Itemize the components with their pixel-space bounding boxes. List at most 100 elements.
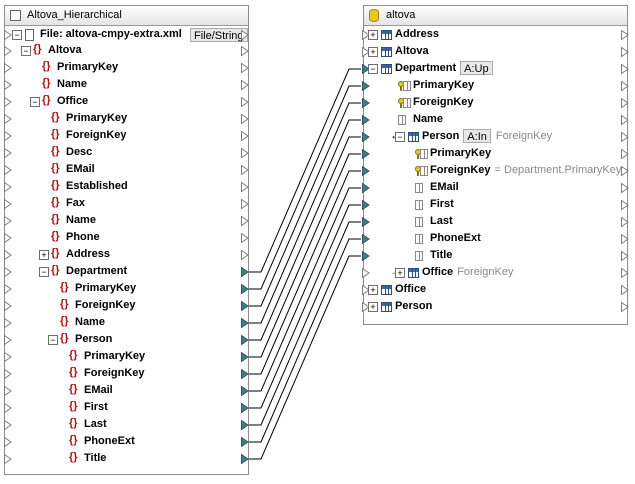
mapping-line[interactable] <box>249 102 361 307</box>
source-output-connector[interactable] <box>241 216 249 226</box>
source-output-connector[interactable] <box>241 148 249 158</box>
source-output-connector[interactable] <box>241 131 249 141</box>
source-input-connector[interactable] <box>4 267 12 277</box>
source-input-connector[interactable] <box>4 318 12 328</box>
tree-toggle[interactable]: − <box>395 132 405 142</box>
mapping-line[interactable] <box>249 119 361 324</box>
source-output-connector[interactable] <box>241 250 249 260</box>
source-output-connector[interactable] <box>241 454 249 464</box>
source-input-connector[interactable] <box>4 454 12 464</box>
target-output-connector[interactable] <box>621 302 629 312</box>
target-input-connector[interactable] <box>362 217 370 227</box>
source-input-connector[interactable] <box>4 46 12 56</box>
source-output-connector[interactable] <box>241 80 249 90</box>
mapping-line[interactable] <box>249 153 361 358</box>
target-output-connector[interactable] <box>621 268 629 278</box>
tree-toggle[interactable]: + <box>39 250 49 260</box>
file-collapse-toggle[interactable]: − <box>12 30 22 40</box>
source-input-connector[interactable] <box>4 284 12 294</box>
source-input-connector[interactable] <box>4 165 12 175</box>
target-input-connector[interactable] <box>362 200 370 210</box>
target-output-connector[interactable] <box>621 98 629 108</box>
tree-toggle[interactable]: − <box>368 64 378 74</box>
source-output-connector[interactable] <box>241 437 249 447</box>
source-output-connector[interactable] <box>241 114 249 124</box>
target-input-connector[interactable] <box>362 268 370 278</box>
source-output-connector[interactable] <box>241 335 249 345</box>
mapping-line[interactable] <box>249 85 361 290</box>
mapping-line[interactable] <box>249 238 361 443</box>
target-output-connector[interactable] <box>621 132 629 142</box>
tree-toggle[interactable]: + <box>368 30 378 40</box>
source-output-connector[interactable] <box>241 352 249 362</box>
source-input-connector[interactable] <box>4 233 12 243</box>
target-output-connector[interactable] <box>621 64 629 74</box>
source-output-connector[interactable] <box>241 420 249 430</box>
source-output-connector[interactable] <box>241 318 249 328</box>
source-input-connector[interactable] <box>4 403 12 413</box>
target-input-connector[interactable] <box>362 234 370 244</box>
mapping-line[interactable] <box>249 170 361 375</box>
source-input-connector[interactable] <box>4 420 12 430</box>
source-output-connector[interactable] <box>241 97 249 107</box>
tree-toggle[interactable]: − <box>21 46 31 56</box>
target-input-connector[interactable] <box>362 81 370 91</box>
relation-chip[interactable]: A:Up <box>460 61 493 75</box>
source-output-connector[interactable] <box>241 403 249 413</box>
source-output-connector[interactable] <box>241 267 249 277</box>
mapping-line[interactable] <box>249 255 361 460</box>
source-input-connector[interactable] <box>4 335 12 345</box>
source-input-connector[interactable] <box>4 97 12 107</box>
source-input-connector[interactable] <box>4 80 12 90</box>
target-input-connector[interactable] <box>362 183 370 193</box>
target-output-connector[interactable] <box>621 149 629 159</box>
file-input-connector[interactable] <box>4 30 12 40</box>
target-input-connector[interactable] <box>362 115 370 125</box>
target-output-connector[interactable] <box>621 200 629 210</box>
target-output-connector[interactable] <box>621 234 629 244</box>
source-input-connector[interactable] <box>4 352 12 362</box>
target-output-connector[interactable] <box>621 183 629 193</box>
source-output-connector[interactable] <box>241 165 249 175</box>
source-input-connector[interactable] <box>4 114 12 124</box>
target-output-connector[interactable] <box>621 115 629 125</box>
tree-toggle[interactable]: − <box>30 97 40 107</box>
file-output-connector[interactable] <box>241 30 249 40</box>
source-output-connector[interactable] <box>241 46 249 56</box>
target-input-connector[interactable] <box>362 132 370 142</box>
source-output-connector[interactable] <box>241 301 249 311</box>
target-output-connector[interactable] <box>621 47 629 57</box>
source-input-connector[interactable] <box>4 216 12 226</box>
tree-toggle[interactable]: + <box>395 268 405 278</box>
target-input-connector[interactable] <box>362 166 370 176</box>
tree-toggle[interactable]: − <box>48 335 58 345</box>
target-output-connector[interactable] <box>621 81 629 91</box>
relation-chip[interactable]: A:In <box>463 129 491 143</box>
mapping-line[interactable] <box>249 187 361 392</box>
tree-toggle[interactable]: − <box>39 267 49 277</box>
target-input-connector[interactable] <box>362 251 370 261</box>
target-output-connector[interactable] <box>621 217 629 227</box>
source-input-connector[interactable] <box>4 199 12 209</box>
target-output-connector[interactable] <box>621 166 629 176</box>
source-output-connector[interactable] <box>241 182 249 192</box>
source-input-connector[interactable] <box>4 63 12 73</box>
target-output-connector[interactable] <box>621 285 629 295</box>
source-input-connector[interactable] <box>4 301 12 311</box>
target-output-connector[interactable] <box>621 251 629 261</box>
mapping-line[interactable] <box>249 68 361 273</box>
target-output-connector[interactable] <box>621 30 629 40</box>
source-input-connector[interactable] <box>4 386 12 396</box>
tree-toggle[interactable]: + <box>368 285 378 295</box>
source-input-connector[interactable] <box>4 131 12 141</box>
source-input-connector[interactable] <box>4 182 12 192</box>
tree-toggle[interactable]: + <box>368 302 378 312</box>
source-output-connector[interactable] <box>241 386 249 396</box>
target-input-connector[interactable] <box>362 98 370 108</box>
source-output-connector[interactable] <box>241 369 249 379</box>
source-input-connector[interactable] <box>4 250 12 260</box>
source-output-connector[interactable] <box>241 63 249 73</box>
tree-toggle[interactable]: + <box>368 47 378 57</box>
source-output-connector[interactable] <box>241 233 249 243</box>
source-input-connector[interactable] <box>4 369 12 379</box>
